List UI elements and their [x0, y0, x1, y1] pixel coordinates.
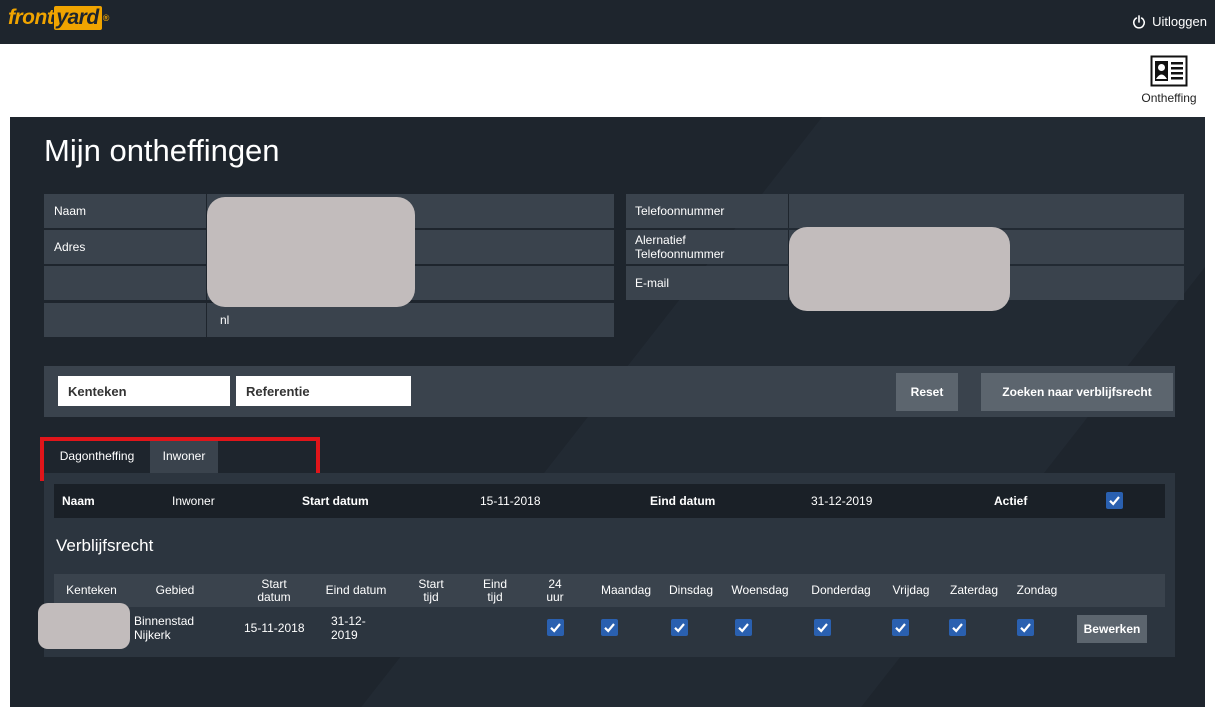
checkmark-icon [604, 623, 615, 633]
summary-eind-value: 31-12-2019 [811, 494, 873, 508]
actief-checkbox[interactable] [1106, 492, 1123, 509]
checkbox-donderdag[interactable] [814, 619, 831, 636]
checkbox-maandag[interactable] [601, 619, 618, 636]
cell-gebied: Binnenstad Nijkerk [134, 614, 195, 642]
col-woensdag: Woensdag [731, 583, 789, 597]
col-eind-tijd: Eind tijd [482, 576, 508, 604]
checkmark-icon [1020, 623, 1031, 633]
checkmark-icon [674, 623, 685, 633]
page-title: Mijn ontheffingen [44, 133, 280, 168]
summary-row: Naam Inwoner Start datum 15-11-2018 Eind… [54, 484, 1165, 518]
checkbox-zaterdag[interactable] [949, 619, 966, 636]
id-card-icon [1150, 55, 1188, 87]
telefoon-label: Telefoonnummer [635, 204, 725, 218]
info-row-telefoon: Telefoonnummer [626, 194, 1184, 228]
col-dinsdag: Dinsdag [668, 583, 714, 597]
power-icon [1133, 14, 1146, 29]
redacted-personal-info [207, 197, 415, 307]
alt-telefoon-label: Alernatief Telefoonnummer [635, 233, 725, 261]
logout-button[interactable]: Uitloggen [1132, 14, 1207, 29]
summary-naam-label: Naam [62, 494, 95, 508]
summary-actief-label: Actief [994, 494, 1028, 508]
checkbox-24-uur[interactable] [547, 619, 564, 636]
col-eind-datum: Eind datum [325, 583, 387, 597]
checkmark-icon [895, 623, 906, 633]
checkmark-icon [952, 623, 963, 633]
checkbox-vrijdag[interactable] [892, 619, 909, 636]
cell-start-datum: 15-11-2018 [244, 621, 305, 635]
col-zondag: Zondag [1016, 583, 1058, 597]
col-zaterdag: Zaterdag [949, 583, 999, 597]
summary-start-label: Start datum [302, 494, 369, 508]
checkmark-icon [1109, 496, 1120, 506]
col-vrijdag: Vrijdag [892, 583, 930, 597]
col-maandag: Maandag [600, 583, 652, 597]
naam-label: Naam [54, 204, 87, 218]
search-bar: Reset Zoeken naar verblijfsrecht [44, 366, 1175, 417]
summary-naam-value: Inwoner [172, 494, 215, 508]
col-start-tijd: Start tijd [418, 576, 444, 604]
kenteken-input[interactable] [58, 376, 230, 406]
cell-eind-datum: 31-12-2019 [331, 614, 366, 642]
checkmark-icon [738, 623, 749, 633]
info-row-country: nl [44, 303, 614, 337]
summary-eind-label: Eind datum [650, 494, 716, 508]
verblijfsrecht-table-header: Kenteken Gebied Start datum Eind datum S… [54, 574, 1165, 607]
reset-button[interactable]: Reset [896, 373, 958, 411]
top-bar: front yard ® Uitloggen [0, 0, 1215, 44]
ontheffing-nav-label: Ontheffing [1141, 91, 1197, 105]
redacted-contact-info [789, 227, 1010, 311]
frontyard-logo[interactable]: front yard ® [8, 6, 109, 30]
checkbox-woensdag[interactable] [735, 619, 752, 636]
col-gebied: Gebied [155, 583, 195, 597]
main-panel: Mijn ontheffingen Naam Adres nl Telefoon… [10, 117, 1205, 707]
checkmark-icon [550, 623, 561, 633]
table-row: Binnenstad Nijkerk 15-11-2018 31-12-2019… [38, 603, 1165, 649]
redacted-kenteken [38, 603, 130, 649]
col-24-uur: 24 uur [546, 576, 564, 604]
referentie-input[interactable] [236, 376, 411, 406]
ontheffing-nav-button[interactable]: Ontheffing [1137, 55, 1201, 105]
checkbox-dinsdag[interactable] [671, 619, 688, 636]
adres-label: Adres [54, 240, 86, 254]
checkbox-zondag[interactable] [1017, 619, 1034, 636]
country-value: nl [220, 313, 230, 327]
checkmark-icon [817, 623, 828, 633]
inwoner-panel: Naam Inwoner Start datum 15-11-2018 Eind… [38, 473, 1175, 657]
summary-start-value: 15-11-2018 [480, 494, 541, 508]
col-donderdag: Donderdag [811, 583, 871, 597]
zoeken-button[interactable]: Zoeken naar verblijfsrecht [981, 373, 1173, 411]
email-label: E-mail [635, 276, 670, 290]
verblijfsrecht-title: Verblijfsrecht [56, 536, 154, 555]
bewerken-button[interactable]: Bewerken [1077, 615, 1147, 643]
logout-label: Uitloggen [1152, 14, 1207, 29]
col-start-datum: Start datum [257, 576, 291, 604]
